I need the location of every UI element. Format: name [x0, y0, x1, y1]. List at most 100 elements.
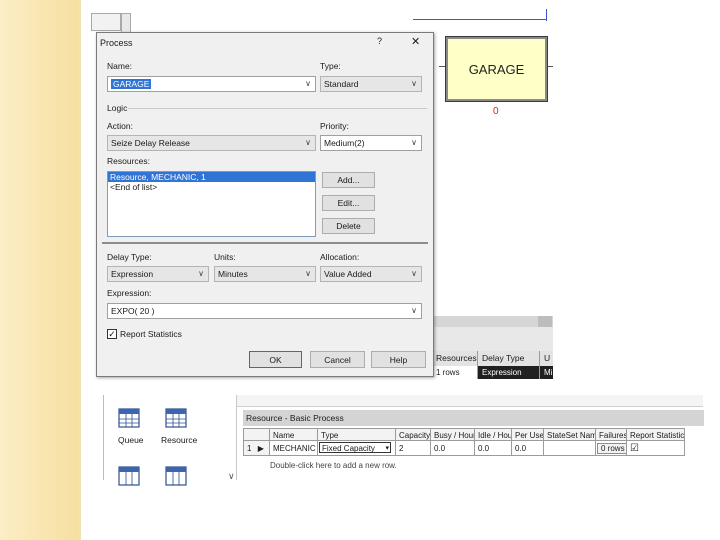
project-bar-edge: [103, 395, 104, 480]
close-icon[interactable]: ✕: [411, 35, 420, 48]
grid-header-units: U: [540, 351, 553, 366]
priority-label: Priority:: [320, 121, 349, 131]
units-select[interactable]: Minutes ∨: [214, 266, 316, 282]
row-selector[interactable]: 1 ▶: [243, 441, 270, 456]
allocation-label: Allocation:: [320, 252, 360, 262]
col-header-stateset[interactable]: StateSet Name: [544, 428, 596, 441]
priority-select[interactable]: Medium(2) ∨: [320, 135, 422, 151]
connector-line[interactable]: [413, 19, 546, 20]
expression-label: Expression:: [107, 288, 152, 298]
grid-header-delay-type: Delay Type: [478, 351, 540, 366]
section-divider: [102, 242, 428, 244]
chevron-down-icon: ∨: [411, 269, 417, 278]
col-header-idle-hour[interactable]: Idle / Hour: [475, 428, 512, 441]
name-label: Name:: [107, 61, 133, 71]
type-dropdown[interactable]: Fixed Capacity ▾: [319, 442, 391, 453]
grid-cell-resources[interactable]: 1 rows: [432, 366, 478, 379]
table-icon[interactable]: [118, 408, 140, 428]
delay-type-select[interactable]: Expression ∨: [107, 266, 209, 282]
cell-stateset[interactable]: [544, 441, 596, 456]
table-icon[interactable]: [118, 466, 140, 486]
action-select[interactable]: Seize Delay Release ∨: [107, 135, 316, 151]
units-label: Units:: [214, 252, 236, 262]
col-header-rownum: [243, 428, 270, 441]
chevron-down-icon: ∨: [411, 138, 417, 147]
resources-list-item[interactable]: Resource, MECHANIC, 1: [108, 172, 315, 182]
cell-name[interactable]: MECHANIC: [270, 441, 318, 456]
name-value: GARAGE: [111, 79, 152, 89]
cell-capacity[interactable]: 2: [396, 441, 431, 456]
units-value: Minutes: [218, 269, 248, 279]
chevron-down-icon: ∨: [305, 79, 311, 88]
scroll-down-icon[interactable]: ∨: [228, 471, 235, 482]
chevron-down-icon: ∨: [305, 138, 311, 147]
queue-module-label[interactable]: Queue: [118, 435, 144, 445]
allocation-select[interactable]: Value Added ∨: [320, 266, 422, 282]
ok-button[interactable]: OK: [249, 351, 302, 368]
expression-combo[interactable]: EXPO( 20 ) ∨: [107, 303, 422, 319]
priority-value: Medium(2): [324, 138, 365, 148]
allocation-value: Value Added: [324, 269, 372, 279]
col-header-type[interactable]: Type: [318, 428, 396, 441]
chevron-down-icon: ∨: [411, 79, 417, 88]
col-header-busy-hour[interactable]: Busy / Hour: [431, 428, 475, 441]
chevron-down-icon: ∨: [305, 269, 311, 278]
add-button[interactable]: Add...: [322, 172, 375, 188]
edit-button[interactable]: Edit...: [322, 195, 375, 211]
action-value: Seize Delay Release: [111, 138, 190, 148]
slide-side-strip: [0, 0, 79, 540]
report-statistics-checkbox[interactable]: ✓: [107, 329, 117, 339]
grid-cell-delay-type[interactable]: Expression: [478, 366, 540, 379]
type-value: Standard: [324, 79, 359, 89]
module-exit-connector[interactable]: [547, 66, 553, 67]
row-marker-icon: ▶: [257, 444, 264, 453]
col-header-report-statistics[interactable]: Report Statistics: [627, 428, 685, 441]
table-icon[interactable]: [165, 466, 187, 486]
grid-scrollbar[interactable]: [432, 316, 553, 327]
process-module-garage[interactable]: GARAGE: [445, 36, 548, 102]
delete-button[interactable]: Delete: [322, 218, 375, 234]
spreadsheet-title: Resource - Basic Process: [243, 410, 704, 426]
cell-busy-hour[interactable]: 0.0: [431, 441, 475, 456]
chevron-down-icon: ∨: [411, 306, 417, 315]
module-counter: 0: [493, 106, 499, 117]
cell-idle-hour[interactable]: 0.0: [475, 441, 512, 456]
col-header-name[interactable]: Name: [270, 428, 318, 441]
grid-header-resources: Resources: [432, 351, 478, 366]
failures-rows-button[interactable]: 0 rows: [597, 443, 626, 454]
type-dropdown-value: Fixed Capacity: [322, 444, 375, 453]
spreadsheet-toolbar: [237, 395, 703, 407]
resources-label: Resources:: [107, 156, 150, 166]
table-icon[interactable]: [165, 408, 187, 428]
cell-report-statistics-checkbox[interactable]: ☑: [627, 441, 685, 456]
cancel-button[interactable]: Cancel: [310, 351, 365, 368]
col-header-failures[interactable]: Failures: [596, 428, 627, 441]
toolbar-fragment: [91, 13, 121, 31]
dialog-title: Process: [100, 38, 133, 48]
row-number: 1: [247, 444, 252, 453]
help-icon[interactable]: ?: [377, 36, 382, 46]
delay-type-value: Expression: [111, 269, 154, 279]
grid-cell-units[interactable]: Mi: [540, 366, 553, 379]
connector-line-vertical[interactable]: [546, 9, 547, 21]
cell-failures[interactable]: 0 rows: [596, 441, 627, 456]
slide-side-rule: [79, 0, 81, 540]
cell-type[interactable]: Fixed Capacity ▾: [318, 441, 396, 456]
grid-scroll-thumb[interactable]: [538, 316, 552, 327]
module-label: GARAGE: [468, 61, 525, 77]
add-row-hint[interactable]: Double-click here to add a new row.: [270, 461, 397, 470]
action-label: Action:: [107, 121, 133, 131]
col-header-capacity[interactable]: Capacity: [396, 428, 431, 441]
delay-type-label: Delay Type:: [107, 252, 152, 262]
type-select[interactable]: Standard ∨: [320, 76, 422, 92]
cell-per-use[interactable]: 0.0: [512, 441, 544, 456]
col-header-per-use[interactable]: Per Use: [512, 428, 544, 441]
report-statistics-label: Report Statistics: [120, 329, 182, 339]
dropdown-arrow-icon: ▾: [385, 445, 389, 452]
help-button[interactable]: Help: [371, 351, 426, 368]
name-combo[interactable]: GARAGE ∨: [107, 76, 316, 92]
resources-list-end[interactable]: <End of list>: [108, 182, 315, 192]
resource-module-label[interactable]: Resource: [161, 435, 197, 445]
chevron-down-icon: ∨: [198, 269, 204, 278]
expression-value: EXPO( 20 ): [111, 306, 155, 316]
